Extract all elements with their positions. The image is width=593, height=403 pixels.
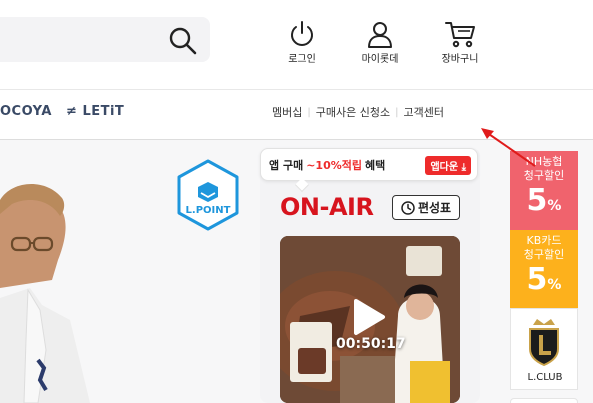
on-air-title: ON-AIR xyxy=(280,193,374,221)
cart-icon xyxy=(445,22,475,48)
app-promo-bubble[interactable]: 앱 구매 ~10%적립 혜택 앱다운 ⤓ xyxy=(260,148,478,181)
nav-customer-center-link[interactable]: 고객센터 xyxy=(403,104,443,120)
percent-sign: % xyxy=(547,198,562,214)
kb-promo-line2: 청구할인 xyxy=(523,248,565,261)
cart-label: 장바구니 xyxy=(441,54,479,65)
schedule-button[interactable]: 편성표 xyxy=(392,195,460,220)
app-download-button[interactable]: 앱다운 ⤓ xyxy=(425,156,471,175)
nh-percent-value: 5 xyxy=(526,183,548,218)
utility-nav: 멤버십 | 구매사은 신청소 | 고객센터 xyxy=(272,104,444,120)
search-input[interactable] xyxy=(0,17,210,62)
nav-separator: | xyxy=(307,106,311,118)
nav-membership-link[interactable]: 멤버십 xyxy=(272,104,302,120)
brand-letit-link[interactable]: ≠ LETiT xyxy=(66,104,124,119)
model-photo xyxy=(0,183,90,403)
side-card-next[interactable] xyxy=(510,398,578,403)
cart-button[interactable]: 장바구니 xyxy=(425,20,495,65)
app-download-label: 앱다운 xyxy=(430,162,459,173)
kb-promo-percent: 5% xyxy=(510,264,578,301)
lpoint-label: L.POINT xyxy=(185,205,231,216)
brand-cocoya-link[interactable]: OCOYA xyxy=(0,104,52,119)
app-promo-suffix: 혜택 xyxy=(365,158,386,172)
annotation-arrow-icon xyxy=(481,128,536,167)
download-icon: ⤓ xyxy=(461,162,466,173)
schedule-label: 편성표 xyxy=(417,201,452,215)
percent-sign: % xyxy=(547,277,562,293)
lpoint-hexagon-icon xyxy=(177,159,239,231)
user-icon xyxy=(368,22,392,48)
play-icon[interactable] xyxy=(350,298,386,336)
nh-promo-line2: 청구할인 xyxy=(523,169,565,182)
page: 로그인 마이롯데 장바구니 OCOYA ≠ LETiT 멤버십 | 구매사은 신… xyxy=(0,0,593,403)
nh-promo-percent: 5% xyxy=(510,185,578,222)
search-icon[interactable] xyxy=(168,26,198,56)
kb-percent-value: 5 xyxy=(526,262,548,297)
lclub-label: L.CLUB xyxy=(527,372,563,383)
live-timer: 00:50:17 xyxy=(336,336,406,352)
lclub-promo[interactable]: L.CLUB xyxy=(510,308,578,390)
mylotte-button[interactable]: 마이롯데 xyxy=(345,20,415,65)
lclub-emblem-icon xyxy=(529,319,559,367)
nav-seller-apply-link[interactable]: 구매사은 신청소 xyxy=(316,104,390,120)
login-button[interactable]: 로그인 xyxy=(267,20,337,65)
header-divider xyxy=(0,89,593,90)
kb-promo-line1: KB카드 xyxy=(526,234,562,247)
lpoint-badge[interactable]: L.POINT xyxy=(176,159,240,231)
app-promo-prefix: 앱 구매 xyxy=(269,158,304,172)
power-icon xyxy=(291,21,313,46)
app-promo-highlight: ~10%적립 xyxy=(306,158,362,172)
clock-icon xyxy=(401,200,415,215)
kb-card-promo[interactable]: KB카드 청구할인 5% xyxy=(510,230,578,308)
brand-letit-label: LETiT xyxy=(82,104,125,119)
login-label: 로그인 xyxy=(288,54,316,65)
letit-logo-icon: ≠ xyxy=(66,104,78,119)
mylotte-label: 마이롯데 xyxy=(361,54,399,65)
nav-separator: | xyxy=(395,106,399,118)
